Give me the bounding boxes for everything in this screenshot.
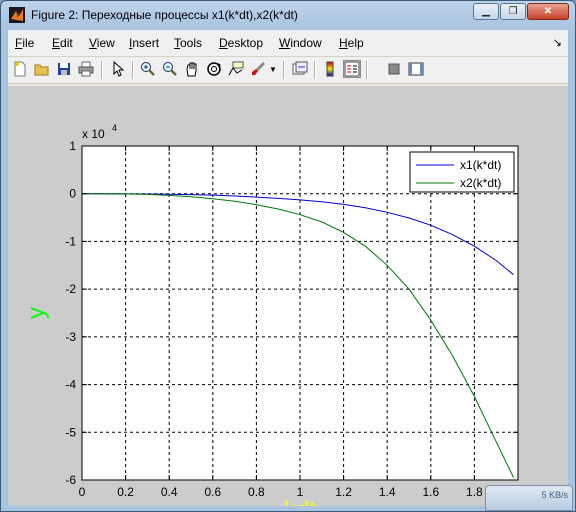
title-bar[interactable]: Figure 2: Переходные процессы x1(k*dt),x… xyxy=(1,1,575,29)
rotate-3d-icon[interactable] xyxy=(205,60,223,78)
x-tick-label: 0.6 xyxy=(204,485,221,499)
show-plot-tools-icon[interactable] xyxy=(407,60,425,78)
exponent-power: 4 xyxy=(112,123,117,133)
y-tick-label: -1 xyxy=(65,234,76,248)
x-tick-label: 0.4 xyxy=(161,485,178,499)
close-icon: ✕ xyxy=(543,6,553,17)
menu-help[interactable]: Help xyxy=(339,36,364,50)
data-cursor-icon[interactable] xyxy=(227,60,245,78)
y-tick-label: -5 xyxy=(65,425,76,439)
legend-icon[interactable] xyxy=(343,60,361,78)
link-plot-icon[interactable] xyxy=(291,60,309,78)
exponent-label: x 10 xyxy=(82,127,105,141)
save-icon[interactable] xyxy=(55,60,73,78)
brush-icon[interactable] xyxy=(249,60,267,78)
menu-desktop[interactable]: Desktop xyxy=(219,36,263,50)
open-file-icon[interactable] xyxy=(33,60,51,78)
pointer-icon[interactable] xyxy=(109,60,127,78)
figure-canvas: 00.20.40.60.811.21.41.61.8210-1-2-3-4-5-… xyxy=(8,86,568,512)
x-tick-label: 0.8 xyxy=(248,485,265,499)
menu-bar: File Edit View Insert Tools Desktop Wind… xyxy=(8,30,568,57)
minimize-icon: ▁ xyxy=(482,6,490,17)
menu-window[interactable]: Window xyxy=(279,36,322,50)
window-title: Figure 2: Переходные процессы x1(k*dt),x… xyxy=(31,8,298,22)
legend-label-x1: x1(k*dt) xyxy=(460,158,501,172)
colorbar-icon[interactable] xyxy=(321,60,339,78)
client-area: File Edit View Insert Tools Desktop Wind… xyxy=(8,30,568,512)
x-tick-label: 1.2 xyxy=(335,485,352,499)
x-tick-label: 0 xyxy=(79,485,86,499)
dock-arrow-icon[interactable]: ↘ xyxy=(553,36,562,49)
maximize-icon: ❐ xyxy=(508,6,518,17)
hide-plot-tools-icon[interactable] xyxy=(385,60,403,78)
zoom-out-icon[interactable] xyxy=(161,60,179,78)
x-tick-label: 1.4 xyxy=(379,485,396,499)
y-tick-label: -6 xyxy=(65,473,76,487)
network-status-widget[interactable]: 5 KB/s xyxy=(485,485,573,511)
maximize-button[interactable]: ❐ xyxy=(500,3,526,20)
x-tick-label: 1.8 xyxy=(466,485,483,499)
figure-window: Figure 2: Переходные процессы x1(k*dt),x… xyxy=(0,0,576,512)
plot-svg[interactable]: 00.20.40.60.811.21.41.61.8210-1-2-3-4-5-… xyxy=(8,86,568,512)
pan-icon[interactable] xyxy=(183,60,201,78)
menu-edit[interactable]: Edit xyxy=(52,36,73,50)
matlab-icon xyxy=(9,7,25,23)
y-tick-label: -3 xyxy=(65,330,76,344)
brush-dropdown-icon[interactable]: ▼ xyxy=(269,65,277,74)
network-rate: 5 KB/s xyxy=(541,490,568,500)
menu-insert[interactable]: Insert xyxy=(129,36,159,50)
x-tick-label: 1.6 xyxy=(422,485,439,499)
y-tick-label: -2 xyxy=(65,282,76,296)
close-button[interactable]: ✕ xyxy=(527,3,569,20)
figure-toolbar: ▼ xyxy=(8,57,568,84)
legend-label-x2: x2(k*dt) xyxy=(460,176,501,190)
minimize-button[interactable]: ▁ xyxy=(473,3,499,20)
menu-view[interactable]: View xyxy=(89,36,115,50)
y-tick-label: 1 xyxy=(69,139,76,153)
y-tick-label: -4 xyxy=(65,378,76,392)
menu-tools[interactable]: Tools xyxy=(174,36,202,50)
x-axis-label: kdt xyxy=(284,497,316,506)
new-figure-icon[interactable] xyxy=(11,60,29,78)
print-icon[interactable] xyxy=(77,60,95,78)
legend[interactable]: x1(k*dt) x2(k*dt) xyxy=(409,151,515,193)
menu-file[interactable]: File xyxy=(15,36,34,50)
y-axis-label: y xyxy=(23,307,50,319)
x-tick-label: 0.2 xyxy=(117,485,134,499)
y-tick-label: 0 xyxy=(69,187,76,201)
zoom-in-icon[interactable] xyxy=(139,60,157,78)
